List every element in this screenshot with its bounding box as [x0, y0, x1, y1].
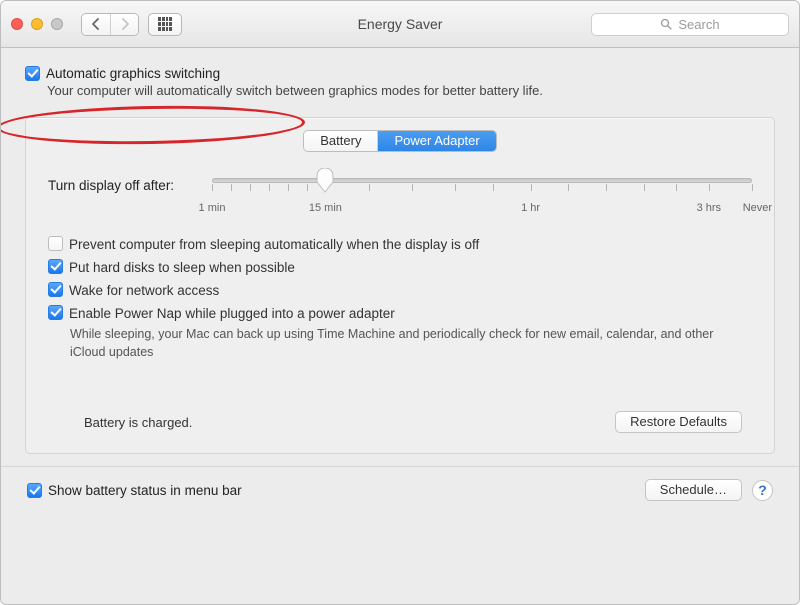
show-menubar-checkbox[interactable] [27, 483, 42, 498]
search-field[interactable]: Search [591, 13, 789, 36]
wake-network-row: Wake for network access [48, 282, 752, 299]
search-placeholder: Search [678, 17, 719, 32]
auto-graphics-label: Automatic graphics switching [46, 66, 220, 81]
settings-panel: Battery Power Adapter Turn display off a… [25, 117, 775, 454]
power-nap-sub: While sleeping, your Mac can back up usi… [70, 326, 752, 361]
battery-status: Battery is charged. [84, 415, 192, 430]
power-nap-row: Enable Power Nap while plugged into a po… [48, 305, 752, 322]
bottom-bar: Show battery status in menu bar Schedule… [25, 479, 775, 501]
titlebar: Energy Saver Search [1, 1, 799, 48]
divider [1, 466, 799, 467]
power-nap-label: Enable Power Nap while plugged into a po… [69, 305, 395, 322]
search-icon [660, 18, 672, 30]
maximize-icon [51, 18, 63, 30]
auto-graphics-description: Your computer will automatically switch … [47, 83, 775, 98]
hdd-sleep-label: Put hard disks to sleep when possible [69, 259, 295, 276]
tab-power-adapter[interactable]: Power Adapter [377, 131, 495, 151]
display-sleep-label: Turn display off after: [48, 178, 198, 193]
wake-network-checkbox[interactable] [48, 282, 63, 297]
prevent-sleep-label: Prevent computer from sleeping automatic… [69, 236, 479, 253]
hdd-sleep-row: Put hard disks to sleep when possible [48, 259, 752, 276]
display-sleep-slider[interactable] [212, 172, 752, 198]
display-sleep-row: Turn display off after: [48, 172, 752, 198]
content: Automatic graphics switching Your comput… [1, 48, 799, 605]
auto-graphics-row: Automatic graphics switching [25, 66, 775, 81]
prevent-sleep-row: Prevent computer from sleeping automatic… [48, 236, 752, 253]
show-all-button[interactable] [148, 13, 182, 36]
hdd-sleep-checkbox[interactable] [48, 259, 63, 274]
restore-defaults-button[interactable]: Restore Defaults [615, 411, 742, 433]
show-menubar-label: Show battery status in menu bar [48, 483, 242, 498]
preferences-window: Energy Saver Search Automatic graphics s… [0, 0, 800, 605]
slider-labels: 1 min 15 min 1 hr 3 hrs Never [212, 202, 752, 218]
back-button[interactable] [82, 14, 110, 35]
panel-footer: Battery is charged. Restore Defaults [48, 411, 752, 439]
help-icon: ? [758, 482, 767, 498]
power-nap-checkbox[interactable] [48, 305, 63, 320]
schedule-button[interactable]: Schedule… [645, 479, 742, 501]
forward-button [110, 14, 138, 35]
tabs: Battery Power Adapter [48, 130, 752, 152]
wake-network-label: Wake for network access [69, 282, 219, 299]
traffic-lights [11, 18, 81, 30]
auto-graphics-checkbox[interactable] [25, 66, 40, 81]
grid-icon [158, 17, 172, 31]
close-icon[interactable] [11, 18, 23, 30]
help-button[interactable]: ? [752, 480, 773, 501]
nav-back-forward [81, 13, 139, 36]
tab-battery[interactable]: Battery [304, 131, 377, 151]
show-menubar-row: Show battery status in menu bar [27, 483, 242, 498]
minimize-icon[interactable] [31, 18, 43, 30]
prevent-sleep-checkbox[interactable] [48, 236, 63, 251]
slider-knob[interactable] [316, 168, 334, 193]
